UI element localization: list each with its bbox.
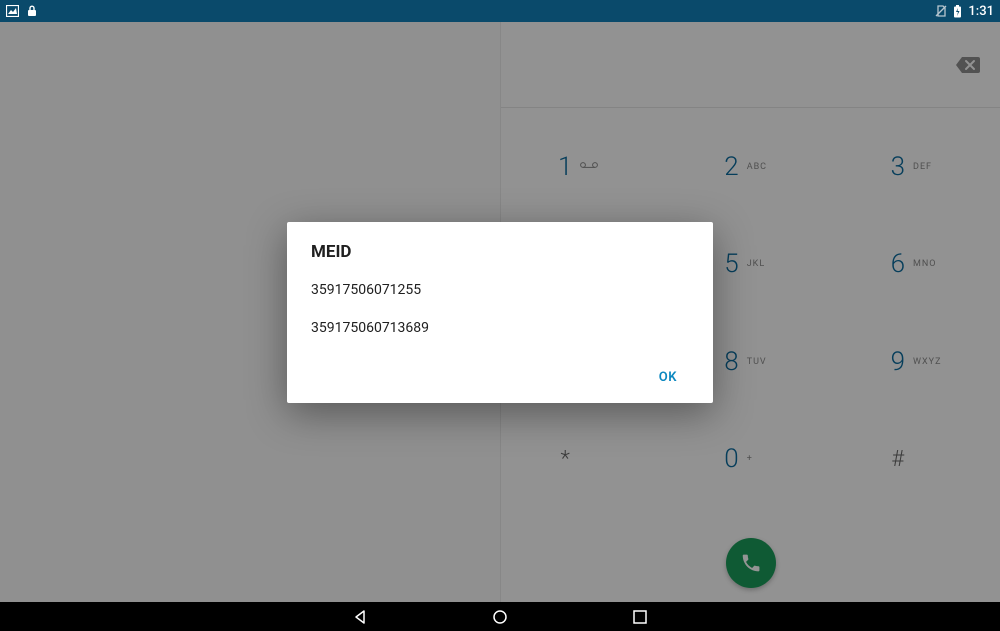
dialog-title: MEID <box>311 242 689 262</box>
battery-charging-icon <box>953 5 962 18</box>
meid-value-1: 35917506071255 <box>311 282 689 298</box>
meid-dialog: MEID 35917506071255 359175060713689 OK <box>287 222 713 403</box>
no-sim-icon <box>935 5 947 17</box>
status-bar: 1:31 <box>0 0 1000 22</box>
home-icon <box>492 609 508 625</box>
recents-icon <box>633 610 647 624</box>
nav-back-button[interactable] <box>350 607 370 627</box>
screenshot-icon <box>6 5 19 17</box>
ok-button[interactable]: OK <box>647 362 689 393</box>
status-clock: 1:31 <box>968 4 994 19</box>
meid-value-2: 359175060713689 <box>311 320 689 336</box>
modal-overlay[interactable]: MEID 35917506071255 359175060713689 OK <box>0 22 1000 602</box>
nav-bar <box>0 602 1000 631</box>
lock-icon <box>27 5 37 17</box>
back-icon <box>352 609 368 625</box>
nav-recents-button[interactable] <box>630 607 650 627</box>
nav-home-button[interactable] <box>490 607 510 627</box>
